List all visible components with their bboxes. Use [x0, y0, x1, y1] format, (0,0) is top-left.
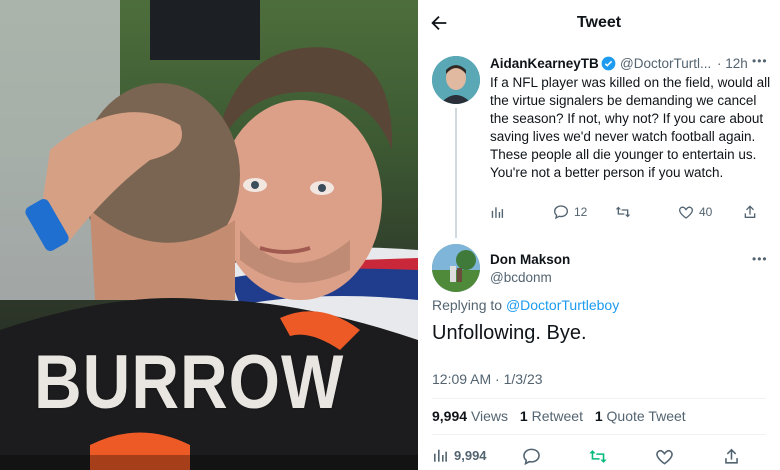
tweet-text: If a NFL player was killed on the field,…	[490, 75, 771, 180]
tweet-panel: Tweet AidanKearneyTB @DoctorTurtl... · 1…	[418, 0, 780, 470]
author-handle[interactable]: @DoctorTurtl...	[620, 56, 711, 71]
reply-share-action[interactable]	[722, 447, 741, 466]
replying-to-link[interactable]: @DoctorTurtleboy	[506, 297, 619, 313]
author-name[interactable]: AidanKearneyTB	[490, 56, 599, 71]
reply-retweet-action[interactable]	[588, 447, 608, 466]
divider	[432, 398, 766, 399]
quotes-stat[interactable]: 1 Quote Tweet	[595, 408, 686, 424]
views-stat[interactable]: 9,994 Views	[432, 408, 508, 424]
avatar-don[interactable]	[432, 244, 480, 292]
reply-views-action[interactable]: 9,994	[432, 447, 487, 463]
page-title: Tweet	[576, 14, 622, 31]
verified-badge-icon	[601, 56, 616, 71]
reply-author-handle[interactable]: @bcdonm	[490, 270, 552, 285]
top-bar: Tweet	[418, 0, 780, 46]
avatar-image	[432, 56, 480, 104]
reply-like-action[interactable]	[655, 447, 674, 466]
reply-text: Unfollowing. Bye.	[432, 322, 587, 344]
retweets-stat[interactable]: 1 Retweet	[520, 408, 583, 424]
retweet-icon	[615, 206, 631, 218]
avatar-aidan[interactable]	[432, 56, 480, 104]
more-options-icon[interactable]: •••	[752, 54, 768, 68]
replying-to-label: Replying to	[432, 297, 503, 313]
reply-timestamp[interactable]: 12:09 AM · 1/3/23	[432, 371, 543, 387]
heart-icon	[656, 450, 673, 465]
reply-count: 12	[574, 205, 588, 219]
replying-to: Replying to @DoctorTurtleboy	[432, 297, 619, 313]
photo-panel: BURROW	[0, 0, 418, 470]
thread-line	[455, 108, 457, 238]
avatar-image	[432, 244, 480, 292]
share-icon	[744, 205, 756, 218]
share-icon	[725, 448, 738, 464]
views-action[interactable]	[490, 205, 504, 219]
analytics-icon	[434, 449, 447, 462]
retweet-action[interactable]	[614, 204, 632, 220]
like-count: 40	[699, 205, 713, 219]
divider	[432, 434, 766, 435]
share-action[interactable]	[742, 204, 758, 220]
reply-icon	[553, 205, 569, 220]
reply-icon	[523, 448, 540, 466]
retweet-icon	[589, 450, 607, 463]
reply-author-name[interactable]: Don Makson	[490, 252, 570, 267]
more-options-icon[interactable]: •••	[752, 252, 768, 266]
tweet-time[interactable]: · 12h	[717, 56, 748, 71]
reply-views-count: 9,994	[454, 447, 487, 463]
reply-reply-action[interactable]	[522, 447, 541, 466]
heart-icon	[679, 206, 693, 219]
reply-action[interactable]: 12	[553, 204, 587, 220]
engagement-stats: 9,994 Views 1 Retweet 1 Quote Tweet	[432, 408, 694, 424]
like-action[interactable]: 40	[678, 204, 712, 220]
analytics-icon	[491, 207, 504, 218]
jersey-name: BURROW	[34, 339, 345, 425]
